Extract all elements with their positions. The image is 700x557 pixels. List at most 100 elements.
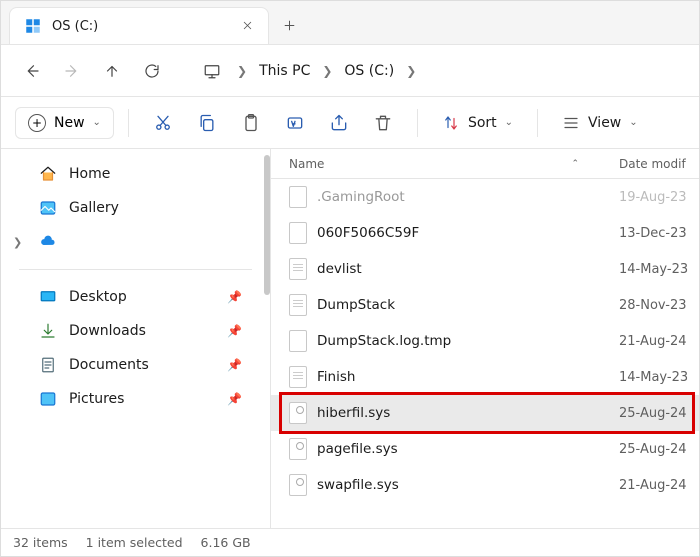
file-icon [289,186,307,208]
share-button[interactable] [319,105,359,141]
documents-icon [39,356,57,374]
chevron-right-icon[interactable]: ❯ [13,236,22,249]
file-date: 25-Aug-24 [619,442,699,457]
up-button[interactable] [95,54,129,88]
home-icon [39,165,57,183]
sidebar-home[interactable]: Home [1,157,270,191]
column-date[interactable]: Date modif [619,157,699,171]
breadcrumb: ❯ This PC ❯ OS (C:) ❯ [235,59,418,83]
file-date: 28-Nov-23 [619,298,699,313]
chevron-right-icon: ❯ [320,64,334,78]
sidebar-onedrive[interactable]: ❯ [1,225,270,259]
body: Home Gallery ❯ Desktop 📌 [1,149,699,528]
pin-icon: 📌 [227,358,242,372]
pin-icon: 📌 [227,392,242,406]
file-row[interactable]: DumpStack.log.tmp 21-Aug-24 [271,323,699,359]
tab-os-c[interactable]: OS (C:) [9,7,269,44]
sidebar-documents[interactable]: Documents 📌 [1,348,270,382]
gallery-icon [39,199,57,217]
tab-strip: OS (C:) [1,1,699,45]
sidebar-label: Gallery [69,200,119,216]
status-size: 6.16 GB [201,535,251,550]
file-name: hiberfil.sys [317,405,619,421]
file-date: 13-Dec-23 [619,226,699,241]
new-tab-button[interactable] [269,7,309,44]
chevron-down-icon: ⌄ [505,117,513,128]
status-selection: 1 item selected [86,535,183,550]
file-date: 25-Aug-24 [619,406,699,421]
file-date: 21-Aug-24 [619,334,699,349]
file-name: .GamingRoot [317,189,619,205]
paste-button[interactable] [231,105,271,141]
file-row[interactable]: Finish 14-May-23 [271,359,699,395]
file-icon [289,402,307,424]
file-icon [289,294,307,316]
cut-button[interactable] [143,105,183,141]
back-button[interactable] [15,54,49,88]
sidebar-downloads[interactable]: Downloads 📌 [1,314,270,348]
file-row-selected[interactable]: hiberfil.sys 25-Aug-24 [271,395,699,431]
sidebar: Home Gallery ❯ Desktop 📌 [1,149,271,528]
refresh-button[interactable] [135,54,169,88]
file-name: 060F5066C59F [317,225,619,241]
desktop-icon [39,288,57,306]
column-header: Name ⌃ Date modif [271,149,699,179]
sort-label: Sort [468,115,497,131]
file-name: swapfile.sys [317,477,619,493]
sidebar-label: Documents [69,357,149,373]
file-rows: .GamingRoot 19-Aug-23 060F5066C59F 13-De… [271,179,699,528]
view-label: View [588,115,621,131]
file-icon [289,222,307,244]
file-date: 21-Aug-24 [619,478,699,493]
explorer-window: OS (C:) ❯ This PC ❯ OS (C: [0,0,700,557]
file-name: DumpStack [317,297,619,313]
file-date: 14-May-23 [619,262,699,277]
sidebar-label: Home [69,166,110,182]
divider [128,109,129,137]
file-icon [289,474,307,496]
sidebar-divider [19,269,252,270]
breadcrumb-os-c[interactable]: OS (C:) [338,59,400,83]
sidebar-label: Pictures [69,391,124,407]
copy-button[interactable] [187,105,227,141]
file-row[interactable]: devlist 14-May-23 [271,251,699,287]
file-row[interactable]: DumpStack 28-Nov-23 [271,287,699,323]
onedrive-icon [39,233,57,251]
sidebar-gallery[interactable]: Gallery [1,191,270,225]
downloads-icon [39,322,57,340]
plus-icon: + [28,114,46,132]
pin-icon: 📌 [227,324,242,338]
file-list: Name ⌃ Date modif .GamingRoot 19-Aug-23 … [271,149,699,528]
close-tab-button[interactable] [241,17,254,36]
sidebar-pictures[interactable]: Pictures 📌 [1,382,270,416]
delete-button[interactable] [363,105,403,141]
status-item-count: 32 items [13,535,68,550]
file-name: DumpStack.log.tmp [317,333,619,349]
sidebar-desktop[interactable]: Desktop 📌 [1,280,270,314]
file-name: pagefile.sys [317,441,619,457]
rename-button[interactable] [275,105,315,141]
file-row[interactable]: .GamingRoot 19-Aug-23 [271,179,699,215]
column-name[interactable]: Name [289,157,324,171]
new-button[interactable]: + New ⌄ [15,107,114,139]
chevron-right-icon: ❯ [235,64,249,78]
file-row[interactable]: swapfile.sys 21-Aug-24 [271,467,699,503]
forward-button[interactable] [55,54,89,88]
pc-icon[interactable] [195,54,229,88]
divider [537,109,538,137]
sort-button[interactable]: Sort ⌄ [432,108,523,138]
divider [417,109,418,137]
navigation-bar: ❯ This PC ❯ OS (C:) ❯ [1,45,699,97]
file-icon [289,366,307,388]
file-icon [289,438,307,460]
view-button[interactable]: View ⌄ [552,108,648,138]
file-name: devlist [317,261,619,277]
file-row[interactable]: 060F5066C59F 13-Dec-23 [271,215,699,251]
file-date: 14-May-23 [619,370,699,385]
file-row[interactable]: pagefile.sys 25-Aug-24 [271,431,699,467]
breadcrumb-this-pc[interactable]: This PC [253,59,316,83]
drive-icon [24,17,42,35]
file-icon [289,330,307,352]
file-date: 19-Aug-23 [619,190,699,205]
chevron-right-icon: ❯ [404,64,418,78]
